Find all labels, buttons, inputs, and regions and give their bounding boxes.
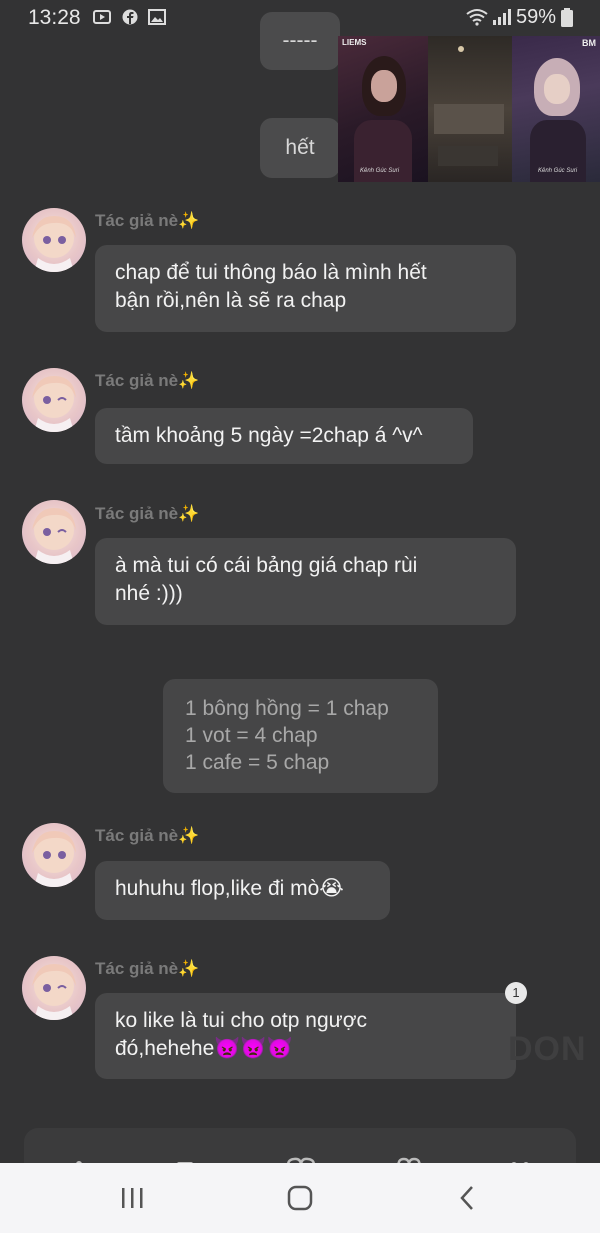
image-thumb-left[interactable]: LIEMS Kênh Gúc Suri — [338, 36, 428, 182]
message-author: Tác giả nè✨ — [95, 959, 200, 978]
avatar[interactable] — [22, 208, 86, 272]
message-text: ----- — [282, 29, 318, 52]
message-bubble-dashes: ----- — [260, 12, 340, 70]
message-bubble: ko like là tui cho otp ngược đó,hehehe👿👿… — [95, 993, 516, 1079]
avatar[interactable] — [22, 823, 86, 887]
message-line: à mà tui có cái bảng giá chap rùi — [115, 554, 418, 577]
avatar[interactable] — [22, 500, 86, 564]
system-navigation-bar — [0, 1163, 600, 1233]
youtube-icon — [93, 10, 111, 24]
price-notice: 1 bông hồng = 1 chap 1 vot = 4 chap 1 ca… — [163, 679, 438, 793]
image-icon — [148, 9, 166, 25]
avatar[interactable] — [22, 368, 86, 432]
message-bubble: tầm khoảng 5 ngày =2chap á ^v^ — [95, 408, 473, 464]
message-line: đó,hehehe👿👿👿 — [115, 1037, 293, 1060]
message-line: bận rồi,nên là sẽ ra chap — [115, 289, 347, 312]
battery-percent: 59% — [515, 6, 556, 28]
watermark: DON — [508, 1030, 587, 1068]
bottom-action-bar — [24, 1128, 576, 1168]
comment-count-badge[interactable]: 1 — [505, 982, 527, 1004]
image-thumb-middle[interactable] — [428, 36, 512, 182]
message-line: ko like là tui cho otp ngược — [115, 1009, 367, 1032]
status-time: 13:28 — [28, 6, 81, 29]
image-label: LIEMS — [342, 38, 367, 47]
message-line: nhé :))) — [115, 582, 183, 605]
price-line: 1 cafe = 5 chap — [185, 751, 330, 774]
home-icon[interactable] — [287, 1185, 313, 1211]
facebook-icon — [122, 9, 138, 25]
image-caption: Kênh Gúc Suri — [360, 168, 400, 174]
battery-icon — [561, 8, 573, 27]
image-thumb-right[interactable]: BM Kênh Gúc Suri — [512, 36, 600, 182]
message-bubble: huhuhu flop,like đi mò😭 — [95, 861, 390, 920]
message-line: tầm khoảng 5 ngày =2chap á ^v^ — [115, 424, 423, 447]
message-author: Tác giả nè✨ — [95, 211, 200, 230]
avatar[interactable] — [22, 956, 86, 1020]
message-text: hết — [285, 136, 315, 159]
message-bubble: à mà tui có cái bảng giá chap rùi nhé :)… — [95, 538, 516, 625]
price-line: 1 bông hồng = 1 chap — [185, 697, 389, 720]
signal-icon — [493, 9, 511, 25]
recent-apps-icon[interactable] — [120, 1187, 144, 1209]
wifi-icon — [466, 9, 488, 26]
message-bubble-het: hết — [260, 118, 340, 178]
image-label: BM — [582, 38, 596, 48]
message-author: Tác giả nè✨ — [95, 371, 200, 390]
image-caption: Kênh Gúc Suri — [538, 168, 578, 174]
image-attachment[interactable]: LIEMS Kênh Gúc Suri BM Kênh Gúc Suri — [338, 36, 600, 182]
message-line: huhuhu flop,like đi mò😭 — [115, 877, 344, 900]
back-icon[interactable] — [458, 1185, 476, 1211]
message-line: chap để tui thông báo là mình hết — [115, 261, 427, 284]
message-author: Tác giả nè✨ — [95, 826, 200, 845]
message-author: Tác giả nè✨ — [95, 504, 200, 523]
price-line: 1 vot = 4 chap — [185, 724, 318, 747]
message-bubble: chap để tui thông báo là mình hết bận rồ… — [95, 245, 516, 332]
